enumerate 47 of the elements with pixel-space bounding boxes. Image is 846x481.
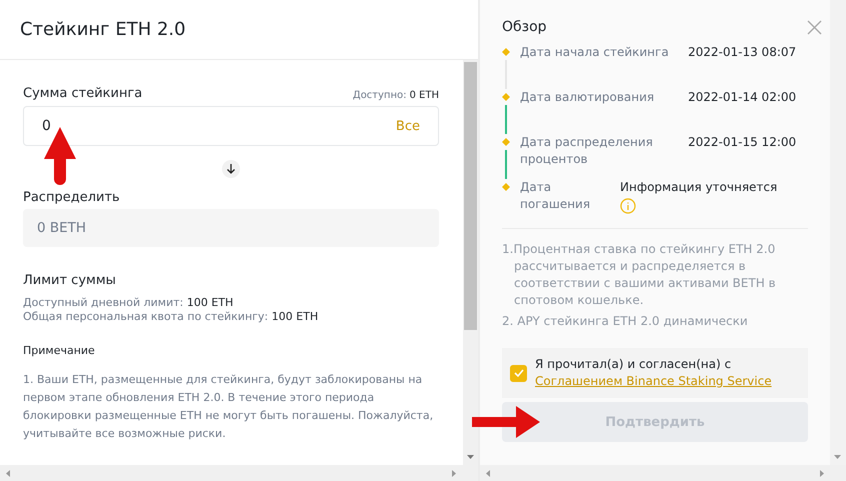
limit-label: Доступный дневной лимит:: [23, 296, 184, 309]
scroll-right-icon: [452, 470, 456, 476]
step-label: Дата валютирования: [519, 89, 656, 106]
input-value: 0: [42, 118, 51, 134]
check-icon: [512, 367, 524, 379]
scroll-left-icon: [486, 470, 490, 476]
max-button[interactable]: Все: [396, 118, 420, 134]
field-label: Распределить: [23, 190, 121, 205]
note-text: 1. Ваши ETH, размещенные для стейкинга, будут заблокированы на первом этапе обновления ETH 2.0. В течение этого периода блокировки размещенные ETH не могут быть погашены. Пожалуйста, учитывайте все возможные риски.: [23, 372, 434, 442]
agreement-text: Я прочитал(а) и согласен(на) с: [535, 356, 732, 373]
close-icon[interactable]: [807, 20, 822, 34]
limit-label: Общая персональная квота по стейкингу:: [23, 310, 268, 323]
note-text: 2. APY стейкинга ETH 2.0 динамически: [502, 313, 749, 330]
available-label: Доступно:: [352, 90, 406, 101]
agreement-link[interactable]: Соглашением Binance Staking Service: [535, 373, 772, 390]
checkbox[interactable]: [510, 364, 527, 382]
scrollbar[interactable]: [0, 465, 478, 481]
diamond-icon: [502, 48, 510, 56]
diamond-icon: [502, 138, 510, 146]
scrollbar[interactable]: [480, 465, 846, 481]
step-label: Дата погашения: [519, 179, 592, 213]
diamond-icon: [502, 93, 510, 101]
scrollbar[interactable]: [830, 0, 846, 465]
output-field[interactable]: 0 BETH: [23, 209, 439, 247]
section-title: Примечание: [23, 344, 96, 357]
dialog-title: Стейкинг ETH 2.0: [20, 19, 186, 40]
step-date: 2022-01-14 02:00: [688, 90, 796, 104]
available-value: 0 ETH: [410, 90, 439, 101]
step-date: 2022-01-15 12:00: [688, 135, 796, 149]
scrollbar[interactable]: [463, 60, 478, 465]
diamond-icon: [502, 183, 510, 191]
scroll-right-icon: [820, 470, 824, 476]
limit-value: 100 ETH: [186, 296, 234, 309]
scroll-left-icon: [6, 470, 10, 476]
limit-value: 100 ETH: [270, 310, 318, 323]
arrow-icon: [472, 404, 540, 440]
amount-input[interactable]: 0 Все: [23, 106, 439, 146]
field-label: Сумма стейкинга: [23, 86, 142, 101]
panel-title: Обзор: [502, 19, 547, 35]
step-date: 2022-01-13 08:07: [688, 45, 796, 59]
step-date: Информация уточняется: [620, 180, 778, 194]
step-label: Дата распределения процентов: [519, 134, 654, 168]
scroll-down-icon: [834, 455, 841, 459]
note-text: 1.Процентная ставка по стейкингу ETH 2.0 рассчитывается и распределяется в соответствии с вашими активами BETH в спотовом кошельке.: [502, 241, 777, 309]
step-label: Дата начала стейкинга: [519, 44, 670, 61]
scroll-down-icon: [467, 455, 474, 459]
section-title: Лимит суммы: [23, 273, 117, 288]
